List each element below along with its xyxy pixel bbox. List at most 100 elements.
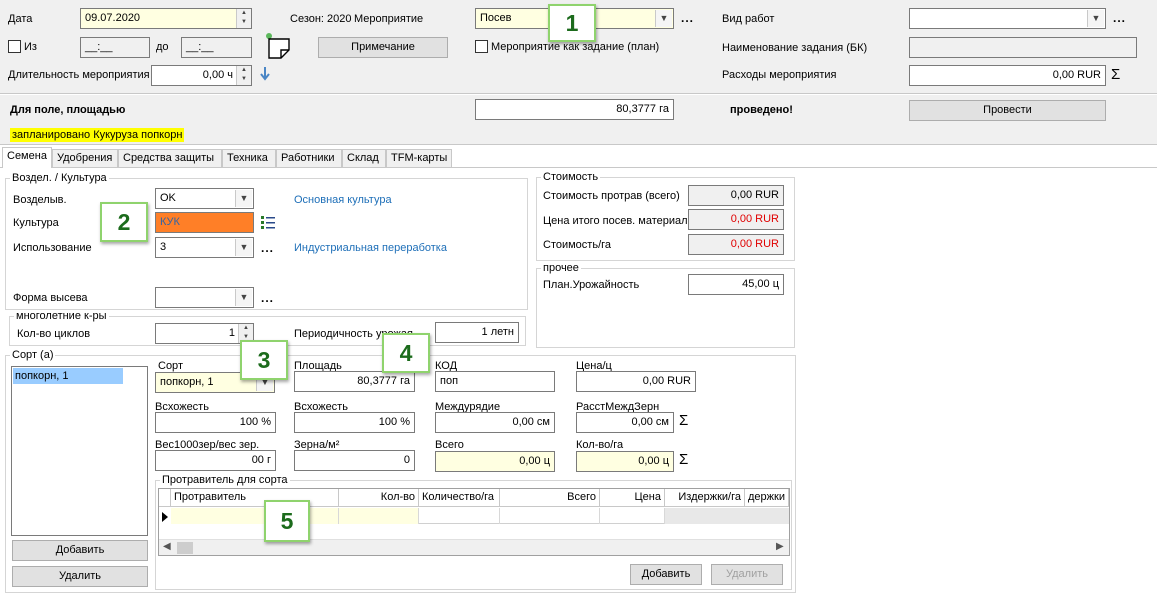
- horizontal-scrollbar[interactable]: ◀ ▶: [159, 539, 789, 555]
- tab-machinery[interactable]: Техника: [222, 149, 276, 167]
- variety-list[interactable]: [11, 366, 148, 536]
- grain-spacing-field[interactable]: 0,00 см: [576, 412, 674, 433]
- tab-protection[interactable]: Средства защиты: [118, 149, 222, 167]
- spin-up-icon[interactable]: ▲: [239, 324, 253, 333]
- sum-icon[interactable]: Σ: [679, 452, 688, 468]
- periodicity-field[interactable]: 1 летн: [435, 322, 519, 343]
- tab-fertilizers[interactable]: Удобрения: [52, 149, 118, 167]
- total-price-label: Цена итого посев. материал: [543, 215, 688, 227]
- usage-value: 3: [160, 241, 167, 253]
- grid-col-total[interactable]: Всего: [500, 489, 600, 507]
- delete-treatment-button: Удалить: [711, 564, 783, 585]
- grid-col-qty[interactable]: Кол-во: [339, 489, 419, 507]
- task-name-label: Наименование задания (БК): [722, 42, 868, 54]
- yield-field[interactable]: 45,00 ц: [688, 274, 784, 295]
- chevron-down-icon[interactable]: ▼: [235, 190, 252, 207]
- delete-variety-button[interactable]: Удалить: [12, 566, 148, 587]
- grid-cell[interactable]: [500, 508, 600, 524]
- list-edit-icon[interactable]: [260, 214, 276, 230]
- code-field[interactable]: поп: [435, 371, 555, 392]
- treatment-cost-value: 0,00 RUR: [730, 189, 779, 201]
- main-culture-link[interactable]: Основная культура: [294, 193, 392, 207]
- tab-tfm-cards[interactable]: TFM-карты: [386, 149, 452, 167]
- tab-warehouse[interactable]: Склад: [342, 149, 386, 167]
- chevron-down-icon[interactable]: ▼: [235, 289, 252, 306]
- grid-cell[interactable]: [419, 508, 500, 524]
- spin-up-icon[interactable]: ▲: [237, 9, 251, 18]
- chevron-down-icon[interactable]: ▼: [235, 239, 252, 256]
- grid-col-expenses-per-ha[interactable]: Издержки/га: [665, 489, 745, 507]
- scroll-right-icon[interactable]: ▶: [776, 541, 784, 552]
- sowing-form-more-button[interactable]: ...: [261, 292, 274, 304]
- grains-field[interactable]: 0: [294, 450, 415, 471]
- from-checkbox[interactable]: [8, 40, 21, 53]
- grid-cell[interactable]: [339, 508, 419, 524]
- cultivated-select[interactable]: OK ▼: [155, 188, 254, 209]
- chevron-down-icon[interactable]: ▼: [1087, 10, 1104, 27]
- grid-col-price[interactable]: Цена: [600, 489, 665, 507]
- event-label: Мероприятие: [354, 13, 424, 25]
- list-item[interactable]: попкорн, 1: [13, 368, 123, 384]
- work-type-select[interactable]: ▼: [909, 8, 1106, 29]
- total-field: 0,00 ц: [435, 451, 555, 472]
- chevron-down-icon[interactable]: ▼: [655, 10, 672, 27]
- add-treatment-button[interactable]: Добавить: [630, 564, 702, 585]
- duration-field[interactable]: 0,00 ч ▲ ▼: [151, 65, 252, 86]
- row-spacing-value: 0,00 см: [512, 416, 550, 428]
- weight-field[interactable]: 00 г: [155, 450, 276, 471]
- grains-value: 0: [403, 454, 410, 466]
- sum-icon[interactable]: Σ: [679, 413, 688, 429]
- callout-badge-2: 2: [100, 202, 148, 242]
- scroll-thumb[interactable]: [177, 542, 193, 554]
- expenses-field[interactable]: 0,00 RUR: [909, 65, 1106, 86]
- spin-down-icon[interactable]: ▼: [237, 18, 251, 27]
- tab-workers[interactable]: Работники: [276, 149, 342, 167]
- culture-field[interactable]: КУК: [155, 212, 254, 233]
- event-as-task-checkbox[interactable]: [475, 40, 488, 53]
- expenses-value: 0,00 RUR: [1052, 69, 1101, 81]
- price-field[interactable]: 0,00 RUR: [576, 371, 696, 392]
- spin-up-icon[interactable]: ▲: [237, 66, 251, 75]
- to-time-field[interactable]: __:__: [181, 37, 252, 58]
- done-status: проведено!: [730, 104, 793, 116]
- arrow-down-icon[interactable]: [259, 66, 271, 82]
- add-variety-button[interactable]: Добавить: [12, 540, 148, 561]
- grid-cell[interactable]: [171, 508, 339, 524]
- grid-col-expenses[interactable]: держки: [745, 489, 789, 507]
- work-type-more-button[interactable]: ...: [1113, 12, 1126, 24]
- periodicity-value: 1 летн: [481, 326, 514, 338]
- spin-down-icon[interactable]: ▼: [237, 75, 251, 84]
- sowing-form-select[interactable]: ▼: [155, 287, 254, 308]
- grid-header-corner: [159, 489, 171, 507]
- note-icon[interactable]: [265, 32, 291, 60]
- event-value: Посев: [480, 12, 512, 24]
- germination-field-2[interactable]: 100 %: [294, 412, 415, 433]
- usage-more-button[interactable]: ...: [261, 242, 274, 254]
- cost-group-title: Стоимость: [541, 171, 601, 183]
- row-spacing-field[interactable]: 0,00 см: [435, 412, 555, 433]
- sum-icon[interactable]: Σ: [1111, 67, 1120, 83]
- from-time-value: __:__: [85, 41, 113, 53]
- date-field[interactable]: 09.07.2020 ▲ ▼: [80, 8, 252, 29]
- grid-cell[interactable]: [665, 508, 789, 524]
- conduct-button[interactable]: Провести: [909, 100, 1106, 121]
- total-price-value: 0,00 RUR: [730, 213, 779, 225]
- from-time-field[interactable]: __:__: [80, 37, 150, 58]
- duration-spinner[interactable]: ▲ ▼: [236, 66, 251, 85]
- industrial-link[interactable]: Индустриальная переработка: [294, 241, 447, 255]
- note-button[interactable]: Примечание: [318, 37, 448, 58]
- grid-col-treatment[interactable]: Протравитель: [171, 489, 339, 507]
- grid-col-qty-per-ha[interactable]: Количество/га: [419, 489, 500, 507]
- task-name-field: [909, 37, 1137, 58]
- grain-spacing-value: 0,00 см: [631, 416, 669, 428]
- grid-cell[interactable]: [600, 508, 665, 524]
- tab-seeds[interactable]: Семена: [2, 147, 52, 168]
- scroll-left-icon[interactable]: ◀: [163, 541, 171, 552]
- qty-per-ha-label: Кол-во/га: [576, 439, 624, 451]
- treatment-cost-label: Стоимость протрав (всего): [543, 190, 680, 202]
- usage-select[interactable]: 3 ▼: [155, 237, 254, 258]
- date-spinner[interactable]: ▲ ▼: [236, 9, 251, 28]
- event-more-button[interactable]: ...: [681, 12, 694, 24]
- germination-field-1[interactable]: 100 %: [155, 412, 276, 433]
- variety-area-field[interactable]: 80,3777 га: [294, 371, 415, 392]
